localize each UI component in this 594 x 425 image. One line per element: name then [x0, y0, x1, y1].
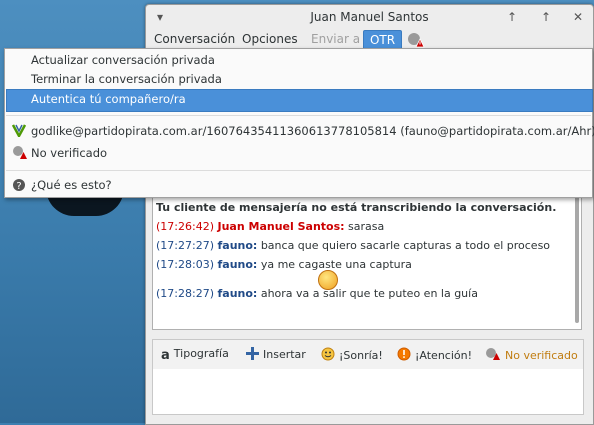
message-sender: fauno: [217, 258, 258, 271]
chat-scrollbar[interactable] [575, 193, 579, 323]
font-icon: a [161, 348, 170, 363]
font-button[interactable]: a Tipografía [161, 347, 229, 363]
message-input[interactable] [152, 369, 584, 415]
menu-send-to[interactable]: Enviar a [311, 32, 360, 46]
message-time: (17:28:27) [156, 287, 214, 300]
message-text: ya me cagaste una captura [260, 258, 412, 271]
menu-options[interactable]: Opciones [242, 32, 298, 46]
message-time: (17:27:27) [156, 239, 214, 252]
menu-separator [6, 170, 591, 171]
plus-icon [246, 347, 259, 363]
message-text: sarasa [348, 220, 385, 233]
message-time: (17:28:03) [156, 258, 214, 271]
insert-button[interactable]: Insertar [246, 347, 306, 363]
message-row: (17:28:27) fauno: ahora va a salir que t… [156, 287, 478, 300]
close-icon[interactable]: ✕ [570, 9, 586, 25]
help-icon: ? [12, 178, 26, 195]
menu-item-refresh-private[interactable]: Actualizar conversación privada [31, 53, 215, 67]
menu-item-authenticate[interactable]: Autentica tú compañero/ra [31, 92, 186, 106]
window-title: Juan Manuel Santos [310, 10, 429, 24]
menu-item-fingerprint[interactable]: godlike@partidopirata.com.ar/16076435411… [31, 124, 594, 138]
message-time: (17:26:42) [156, 220, 214, 233]
unverified-icon [485, 347, 501, 364]
unverified-button[interactable]: No verificado [485, 347, 578, 364]
grin-emoticon-icon [318, 270, 338, 290]
menu-conversation[interactable]: Conversación [154, 32, 235, 46]
menu-item-help[interactable]: ¿Qué es esto? [31, 178, 112, 192]
message-text: banca que quiero sacarle capturas a todo… [260, 239, 551, 252]
unverified-status-icon [12, 145, 28, 163]
smiley-icon [321, 347, 335, 364]
fingerprint-icon [11, 123, 27, 140]
message-row: (17:26:42) Juan Manuel Santos: sarasa [156, 220, 384, 233]
menu-item-end-private[interactable]: Terminar la conversación privada [31, 72, 222, 86]
message-row: (17:27:27) fauno: banca que quiero sacar… [156, 239, 550, 252]
message-sender: fauno: [217, 287, 258, 300]
smile-button[interactable]: ¡Sonría! [321, 347, 383, 364]
message-sender: Juan Manuel Santos: [217, 220, 345, 233]
attention-icon [397, 347, 411, 364]
minimize-icon[interactable]: ↑ [504, 9, 520, 25]
message-row: (17:28:03) fauno: ya me cagaste una capt… [156, 258, 412, 271]
svg-text:?: ? [16, 181, 21, 192]
menu-item-status[interactable]: No verificado [31, 146, 107, 160]
menu-separator [6, 115, 591, 116]
format-toolbar: a Tipografía Insertar ¡Sonría! ¡Atención!… [152, 339, 584, 371]
message-text: ahora va a salir que te puteo en la guía [260, 287, 478, 300]
chat-history[interactable]: Tu cliente de mensajería no está transcr… [152, 193, 582, 330]
maximize-icon[interactable]: ↑ [538, 9, 554, 25]
otr-dropdown-menu: Actualizar conversación privada Terminar… [4, 48, 594, 198]
title-bar[interactable]: ▾ Juan Manuel Santos ↑ ↑ ✕ [146, 5, 593, 29]
otr-notice: Tu cliente de mensajería no está transcr… [156, 201, 557, 214]
attention-button[interactable]: ¡Atención! [397, 347, 472, 364]
message-sender: fauno: [217, 239, 258, 252]
